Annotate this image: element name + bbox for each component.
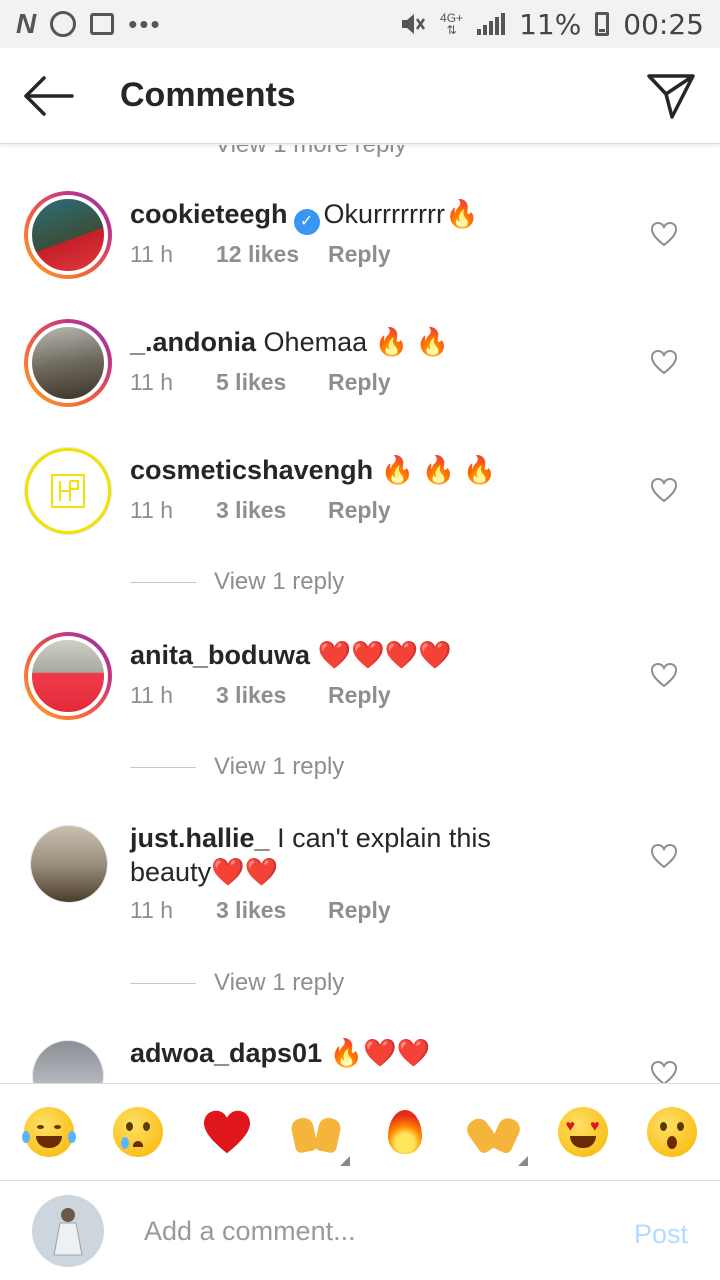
reply-button[interactable]: Reply [328,682,391,709]
heart-eyes-icon[interactable]: ♥ ♥ [555,1104,611,1160]
divider [130,581,196,583]
comment-likes[interactable]: 3 likes [216,897,328,924]
comment-likes[interactable]: 5 likes [216,369,328,396]
comment-text: 🔥 🔥 🔥 [380,455,497,485]
comment-username[interactable]: just.hallie_ [130,823,270,853]
avatar[interactable] [32,1040,104,1083]
comment-time: 11 h [130,897,174,923]
reply-button[interactable]: Reply [328,897,391,924]
data-arrows-icon: ⇅ [446,23,457,37]
view-replies-link[interactable]: View 1 reply [130,750,530,784]
comment-text: ❤️❤️❤️❤️ [317,640,453,670]
avatar-logo [25,448,111,534]
view-more-replies-link[interactable]: View 1 more reply [215,145,407,159]
hushed-face-icon[interactable] [644,1104,700,1160]
reply-button[interactable]: Reply [328,369,391,396]
like-heart-icon[interactable] [650,843,678,869]
reply-button[interactable]: Reply [328,497,391,524]
avatar-photo [28,636,108,716]
crying-face-icon[interactable] [110,1104,166,1160]
quick-emoji-bar: ♥ ♥ [0,1083,720,1180]
view-replies-link[interactable]: View 1 reply [130,966,530,1000]
like-heart-icon[interactable] [650,662,678,688]
comment-username[interactable]: _.andonia [130,327,256,357]
comment-username[interactable]: anita_boduwa [130,640,310,670]
view-replies-label: View 1 reply [214,969,345,996]
view-replies-label: View 1 reply [214,753,345,780]
raising-hands-icon[interactable] [288,1104,350,1166]
mute-icon [402,14,426,34]
clock: 00:25 [623,7,704,41]
skin-tone-indicator-icon [517,1156,528,1166]
comment-username[interactable]: cookieteegh [130,199,288,229]
verified-badge-icon: ✓ [293,209,320,235]
divider [130,982,196,984]
comment-time: 11 h [130,682,174,708]
comment-time: 11 h [130,241,174,267]
avatar-photo [28,323,108,403]
view-replies-link[interactable]: View 1 reply [130,565,530,599]
gallery-notification-icon [90,13,115,35]
avatar[interactable] [24,319,112,407]
comment-likes[interactable]: 3 likes [216,682,328,709]
status-bar: N ••• 4G+ ⇅ 11% 00:25 [0,0,720,48]
comment-text: Ohemaa 🔥 🔥 [263,327,450,357]
signal-icon [477,13,506,35]
haven-logo-icon [51,474,85,508]
comment-likes[interactable]: 3 likes [216,497,328,524]
like-heart-icon[interactable] [650,477,678,503]
post-button[interactable]: Post [634,1219,688,1250]
avatar-photo [28,195,108,275]
battery-percent: 11% [519,7,582,41]
top-app-bar: Comments [0,48,720,144]
like-heart-icon[interactable] [650,349,678,375]
reply-button[interactable]: Reply [328,241,391,268]
like-heart-icon[interactable] [650,221,678,247]
comment-list[interactable]: View 1 more reply cookieteegh✓Okurrrrrrr… [0,145,720,1083]
divider [130,766,196,768]
skin-tone-indicator-icon [339,1156,350,1166]
more-notifications-icon: ••• [128,8,162,39]
comment-time: 11 h [130,497,174,523]
page-title: Comments [120,76,296,114]
avatar[interactable] [30,825,108,903]
face-with-tears-of-joy-icon[interactable] [21,1104,77,1160]
avatar[interactable] [24,191,112,279]
comment-composer: Post [0,1180,720,1280]
comment-time: 11 h [130,369,174,395]
netflix-notification-icon: N [16,8,37,39]
add-comment-input[interactable] [144,1211,584,1251]
comment-text: 🔥❤️❤️ [329,1038,431,1068]
view-replies-label: View 1 reply [214,568,345,595]
like-heart-icon[interactable] [650,1060,678,1083]
fire-icon[interactable] [377,1104,433,1160]
avatar-photo [33,1041,103,1083]
battery-icon [595,12,610,36]
comment-likes[interactable]: 12 likes [216,241,328,268]
avatar[interactable] [24,447,112,535]
comment-username[interactable]: adwoa_daps01 [130,1038,322,1068]
whatsapp-notification-icon [50,11,77,37]
back-arrow-icon[interactable] [22,76,74,116]
comment-text: Okurrrrrrrr🔥 [323,199,479,229]
clapping-hands-icon[interactable] [462,1104,528,1166]
red-heart-icon[interactable] [199,1104,255,1160]
avatar[interactable] [24,632,112,720]
current-user-avatar [32,1195,104,1267]
avatar-photo [31,826,107,902]
direct-send-icon[interactable] [646,72,696,120]
comment-username[interactable]: cosmeticshavengh [130,455,373,485]
